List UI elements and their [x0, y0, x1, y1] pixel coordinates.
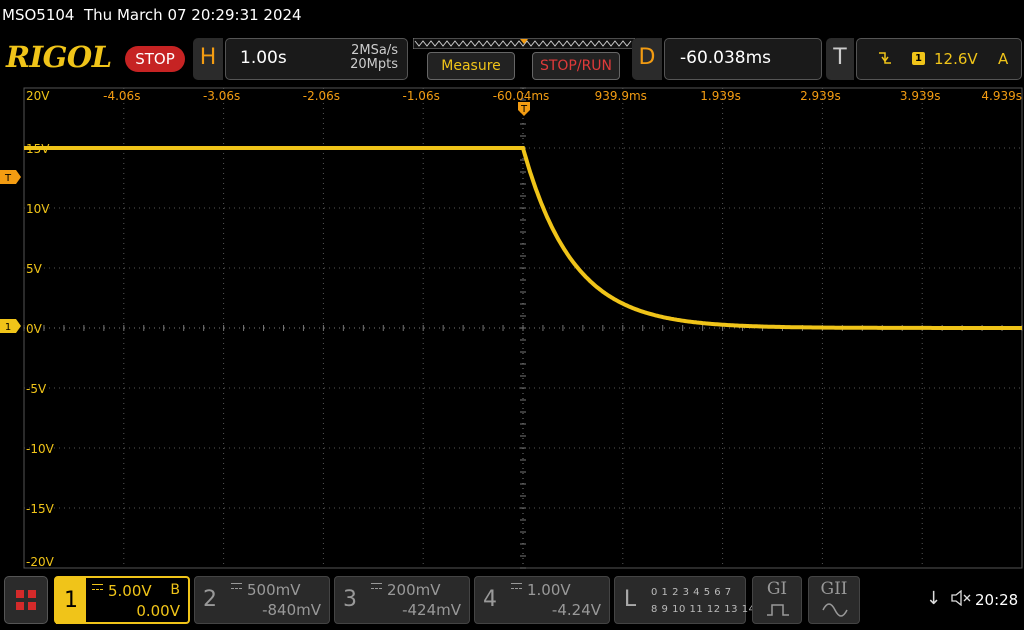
horizontal-letter: H [199, 45, 217, 70]
channel3-scale: 200mV [387, 581, 441, 599]
stop-run-button[interactable]: STOP/RUN [532, 52, 620, 80]
volt-tick-label: 20V [26, 89, 50, 103]
volt-tick-label: -15V [26, 502, 55, 516]
delay-value: -60.038ms [680, 48, 772, 68]
volt-tick-label: 5V [26, 262, 43, 276]
time-tick-label: 4.939s [981, 89, 1022, 103]
speaker-muted-icon[interactable] [950, 590, 972, 606]
timebase-value: 1.00s [240, 48, 287, 68]
trigger-button[interactable]: T [826, 38, 854, 80]
logic-analyzer-panel[interactable]: L 0 1 2 3 4 5 6 7 8 9 10 11 12 13 14 15 [614, 576, 772, 624]
title-bar: MSO5104 Thu March 07 20:29:31 2024 [2, 6, 302, 24]
square-wave-icon [767, 604, 789, 616]
delay-button[interactable]: D [632, 38, 662, 80]
menu-grid-icon [16, 590, 24, 598]
menu-grid-icon-cell [28, 602, 36, 610]
model-name: MSO5104 [2, 6, 75, 24]
usb-icon: ↓ [926, 588, 942, 609]
memory-depth: 20Mpts [350, 57, 398, 72]
dc-coupling-icon [511, 583, 522, 589]
sine-wave-icon [822, 603, 848, 617]
channel1-scale: 5.00V [108, 582, 152, 600]
generator2-label: GII [820, 579, 848, 599]
channel4-number: 4 [483, 587, 497, 612]
generator2-button[interactable]: GII [808, 576, 860, 624]
time-tick-label: -3.06s [203, 89, 240, 103]
time-tick-label: 2.939s [800, 89, 841, 103]
trigger-time-marker-label: T [520, 104, 528, 115]
horizontal-button[interactable]: H [193, 38, 223, 80]
datetime: Thu March 07 20:29:31 2024 [84, 6, 302, 24]
trigger-letter: T [833, 45, 847, 70]
time-tick-label: 939.9ms [595, 89, 647, 103]
channel3-offset: -424mV [402, 601, 461, 619]
channel2-panel[interactable]: 2 500mV -840mV [194, 576, 330, 624]
channel1-bandwidth-badge: B [170, 582, 180, 598]
channel4-panel[interactable]: 4 1.00V -4.24V [474, 576, 610, 624]
generator1-label: GI [766, 579, 788, 599]
volt-tick-label: -5V [26, 382, 47, 396]
delay-letter: D [638, 45, 656, 70]
time-tick-label: -1.06s [403, 89, 440, 103]
run-state-badge[interactable]: STOP [125, 46, 185, 72]
volt-tick-label: -10V [26, 442, 55, 456]
dc-coupling-icon [92, 584, 103, 590]
channel1-panel[interactable]: 1 5.00V B 0.00V [54, 576, 190, 624]
logic-channels-row1: 0 1 2 3 4 5 6 7 [651, 587, 732, 598]
voltage-axis-labels: 20V15V10V5V0V-5V-10V-15V-20V [26, 89, 55, 569]
channel4-scale: 1.00V [527, 581, 571, 599]
channel2-number: 2 [203, 587, 217, 612]
volt-tick-label: 10V [26, 202, 50, 216]
sample-rate: 2MSa/s [351, 43, 398, 58]
dc-coupling-icon [231, 583, 242, 589]
trigger-level-marker-label: T [4, 173, 12, 184]
logic-letter: L [623, 587, 637, 612]
time-axis-labels: -4.06s -3.06s -2.06s -1.06s -60.04ms 939.9ms 1… [103, 89, 1022, 103]
trigger-level: 12.6V [934, 50, 978, 68]
waveform-display[interactable]: -4.06s -3.06s -2.06s -1.06s -60.04ms 939.9ms 1… [0, 86, 1024, 570]
time-tick-label: -60.04ms [493, 89, 550, 103]
time-tick-label: -4.06s [103, 89, 140, 103]
channel3-panel[interactable]: 3 200mV -424mV [334, 576, 470, 624]
menu-grid-icon-cell [16, 602, 24, 610]
channel1-offset: 0.00V [136, 602, 180, 620]
channel4-offset: -4.24V [551, 601, 601, 619]
time-tick-label: -2.06s [303, 89, 340, 103]
channel1-ground-marker[interactable]: 1 [0, 319, 21, 333]
channel2-scale: 500mV [247, 581, 301, 599]
main-menu-button[interactable] [4, 576, 48, 624]
menu-grid-icon-cell [28, 590, 36, 598]
volt-tick-label: 0V [26, 322, 43, 336]
clock: 20:28 [975, 591, 1019, 609]
falling-edge-icon [879, 52, 891, 64]
channel1-number: 1 [56, 578, 86, 624]
trigger-mode: A [998, 50, 1009, 68]
generator1-button[interactable]: GI [752, 576, 802, 624]
dc-coupling-icon [371, 583, 382, 589]
measure-button[interactable]: Measure [427, 52, 515, 80]
memory-overview-bar[interactable] [413, 38, 635, 49]
channel2-offset: -840mV [262, 601, 321, 619]
trigger-time-marker[interactable]: T [518, 102, 530, 116]
trigger-source-badge: 1 [912, 52, 925, 65]
rigol-logo: RIGOL [6, 40, 112, 74]
time-tick-label: 1.939s [700, 89, 741, 103]
trigger-level-marker[interactable]: T [0, 170, 21, 184]
channel3-number: 3 [343, 587, 357, 612]
time-tick-label: 3.939s [900, 89, 941, 103]
volt-tick-label: -20V [26, 555, 55, 569]
channel1-ground-marker-label: 1 [5, 322, 11, 333]
